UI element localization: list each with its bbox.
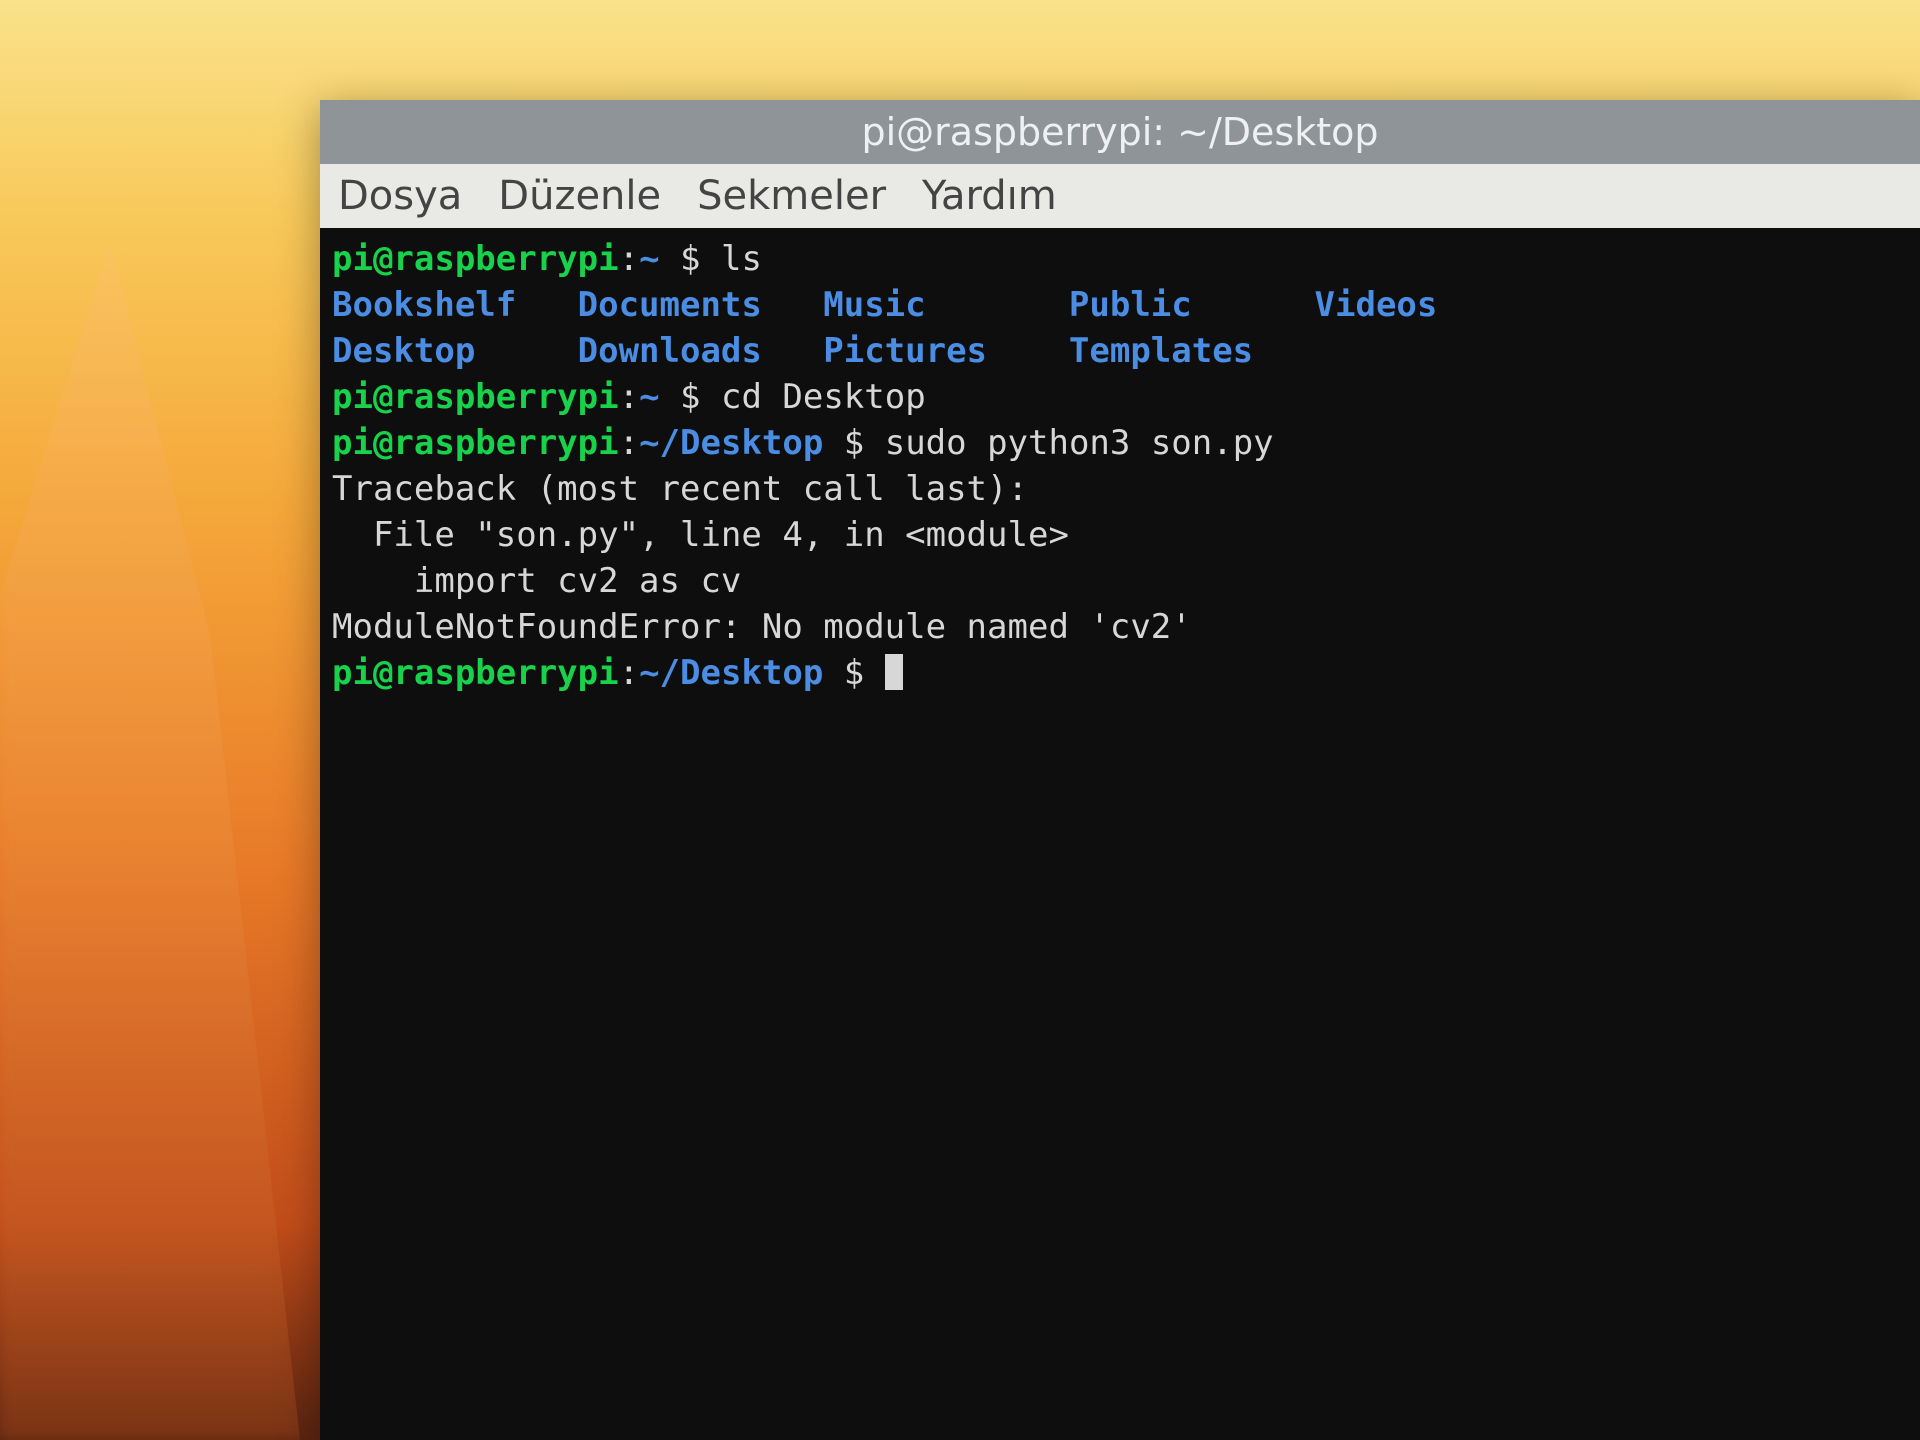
prompt-dollar: $ xyxy=(680,377,721,417)
menu-help[interactable]: Yardım xyxy=(922,173,1057,219)
prompt-dollar: $ xyxy=(680,239,721,279)
prompt-dollar: $ xyxy=(844,423,885,463)
ls-row: Bookshelf Documents Music Public Videos xyxy=(332,282,1908,328)
window-titlebar[interactable]: pi@raspberrypi: ~/Desktop xyxy=(320,100,1920,164)
prompt-path: ~ xyxy=(639,377,680,417)
prompt-cmd: ls xyxy=(721,239,762,279)
prompt-colon: : xyxy=(619,377,639,417)
prompt-path: ~/Desktop xyxy=(639,653,844,693)
prompt-user: pi@raspberrypi xyxy=(332,653,619,693)
terminal-output[interactable]: pi@raspberrypi:~ $ lsBookshelf Documents… xyxy=(320,228,1920,1440)
prompt-user: pi@raspberrypi xyxy=(332,377,619,417)
prompt-user: pi@raspberrypi xyxy=(332,423,619,463)
prompt-dollar: $ xyxy=(844,653,885,693)
prompt-cmd: cd Desktop xyxy=(721,377,926,417)
prompt-path: ~/Desktop xyxy=(639,423,844,463)
output-line: Traceback (most recent call last): xyxy=(332,466,1908,512)
prompt-colon: : xyxy=(619,423,639,463)
ls-row: Desktop Downloads Pictures Templates xyxy=(332,328,1908,374)
terminal-window: pi@raspberrypi: ~/Desktop Dosya Düzenle … xyxy=(320,100,1920,1440)
terminal-line: pi@raspberrypi:~ $ cd Desktop xyxy=(332,374,1908,420)
output-line: ModuleNotFoundError: No module named 'cv… xyxy=(332,604,1908,650)
menu-tabs[interactable]: Sekmeler xyxy=(697,173,886,219)
output-line: import cv2 as cv xyxy=(332,558,1908,604)
prompt-user: pi@raspberrypi xyxy=(332,239,619,279)
prompt-path: ~ xyxy=(639,239,680,279)
prompt-colon: : xyxy=(619,653,639,693)
cursor-icon xyxy=(885,654,903,690)
output-line: File "son.py", line 4, in <module> xyxy=(332,512,1908,558)
window-title: pi@raspberrypi: ~/Desktop xyxy=(862,110,1379,154)
menu-file[interactable]: Dosya xyxy=(338,173,462,219)
prompt-colon: : xyxy=(619,239,639,279)
terminal-line: pi@raspberrypi:~/Desktop $ sudo python3 … xyxy=(332,420,1908,466)
menubar: Dosya Düzenle Sekmeler Yardım xyxy=(320,164,1920,228)
terminal-line: pi@raspberrypi:~ $ ls xyxy=(332,236,1908,282)
prompt-cmd: sudo python3 son.py xyxy=(885,423,1274,463)
menu-edit[interactable]: Düzenle xyxy=(498,173,661,219)
terminal-line: pi@raspberrypi:~/Desktop $ xyxy=(332,650,1908,696)
